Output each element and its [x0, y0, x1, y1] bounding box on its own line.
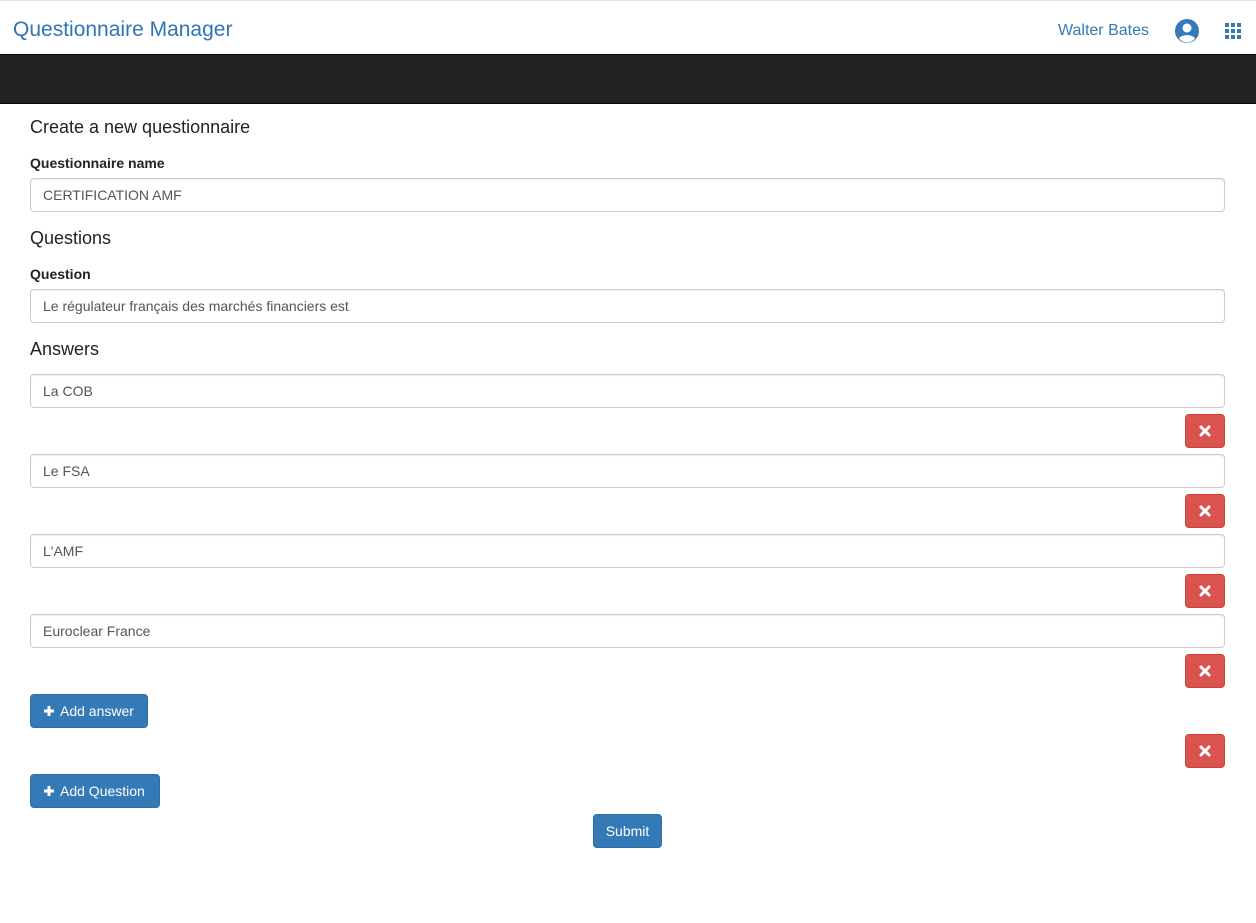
close-icon — [1199, 745, 1211, 757]
remove-answer-button[interactable] — [1185, 414, 1225, 448]
answer-input[interactable] — [30, 534, 1225, 568]
add-answer-label: Add answer — [60, 703, 134, 719]
answer-input[interactable] — [30, 614, 1225, 648]
add-question-label: Add Question — [60, 783, 145, 799]
add-question-button[interactable]: Add Question — [30, 774, 160, 808]
add-answer-button[interactable]: Add answer — [30, 694, 148, 728]
app-title[interactable]: Questionnaire Manager — [13, 18, 232, 42]
question-input[interactable] — [30, 289, 1225, 323]
remove-answer-button[interactable] — [1185, 654, 1225, 688]
plus-icon — [44, 706, 54, 716]
remove-answer-button[interactable] — [1185, 494, 1225, 528]
top-header: Questionnaire Manager Walter Bates — [0, 0, 1256, 54]
apps-grid-icon[interactable] — [1225, 23, 1241, 39]
remove-answer-button[interactable] — [1185, 574, 1225, 608]
user-name-link[interactable]: Walter Bates — [1058, 22, 1149, 40]
submit-label: Submit — [605, 823, 650, 839]
answers-heading: Answers — [30, 339, 100, 359]
questionnaire-name-input[interactable] — [30, 178, 1225, 212]
submit-button[interactable]: Submit — [593, 814, 662, 848]
questionnaire-name-label: Questionnaire name — [30, 155, 165, 171]
close-icon — [1199, 505, 1211, 517]
remove-question-button[interactable] — [1185, 734, 1225, 768]
user-circle-icon[interactable] — [1174, 18, 1200, 44]
page-title: Create a new questionnaire — [30, 117, 251, 137]
answer-input[interactable] — [30, 374, 1225, 408]
question-label: Question — [30, 266, 91, 282]
dark-navbar — [0, 54, 1256, 104]
close-icon — [1199, 425, 1211, 437]
close-icon — [1199, 585, 1211, 597]
close-icon — [1199, 665, 1211, 677]
plus-icon — [44, 786, 54, 796]
answer-input[interactable] — [30, 454, 1225, 488]
questions-heading: Questions — [30, 228, 112, 248]
